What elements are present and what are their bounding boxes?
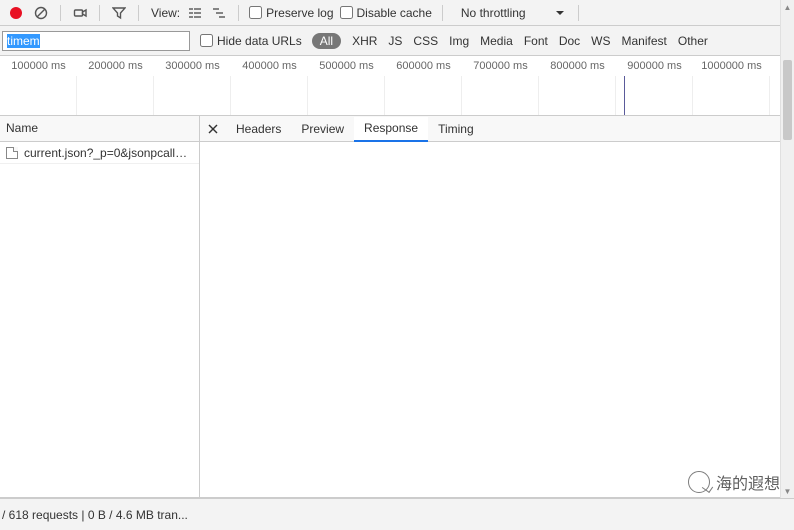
timeline-tick-label: 200000 ms — [77, 60, 154, 72]
filter-bar: Hide data URLs All XHR JS CSS Img Media … — [0, 26, 794, 56]
timeline-tick-label: 500000 ms — [308, 60, 385, 72]
type-filters: All XHR JS CSS Img Media Font Doc WS Man… — [312, 33, 708, 49]
filter-doc[interactable]: Doc — [559, 34, 580, 48]
filter-xhr[interactable]: XHR — [352, 34, 377, 48]
tab-response[interactable]: Response — [354, 117, 428, 142]
hide-data-urls-checkbox[interactable]: Hide data URLs — [200, 34, 302, 48]
view-label: View: — [151, 6, 180, 20]
scrollbar-thumb[interactable] — [783, 60, 792, 140]
chevron-down-icon — [556, 9, 564, 17]
timeline-tick-label: 400000 ms — [231, 60, 308, 72]
response-body — [200, 142, 794, 497]
disable-cache-input[interactable] — [340, 6, 353, 19]
divider — [60, 5, 61, 21]
tab-timing[interactable]: Timing — [428, 116, 484, 141]
network-main: Name current.json?_p=0&jsonpcallba... He… — [0, 116, 794, 498]
timeline-tick-label: 100000 ms — [0, 60, 77, 72]
column-header-name[interactable]: Name — [0, 116, 199, 142]
record-button[interactable] — [10, 7, 22, 19]
request-detail: Headers Preview Response Timing — [200, 116, 794, 497]
file-icon — [6, 147, 18, 159]
preserve-log-input[interactable] — [249, 6, 262, 19]
filter-font[interactable]: Font — [524, 34, 548, 48]
timeline-cursor — [624, 76, 625, 115]
close-icon[interactable] — [204, 120, 222, 138]
filter-img[interactable]: Img — [449, 34, 469, 48]
divider — [238, 5, 239, 21]
disable-cache-checkbox[interactable]: Disable cache — [340, 6, 432, 20]
large-rows-icon[interactable] — [186, 4, 204, 22]
clear-icon[interactable] — [32, 4, 50, 22]
table-row[interactable]: current.json?_p=0&jsonpcallba... — [0, 142, 199, 164]
divider — [442, 5, 443, 21]
camera-icon[interactable] — [71, 4, 89, 22]
timeline-tick-label: 900000 ms — [616, 60, 693, 72]
disable-cache-label: Disable cache — [357, 6, 432, 20]
filter-icon[interactable] — [110, 4, 128, 22]
waterfall-icon[interactable] — [210, 4, 228, 22]
scroll-down-icon[interactable]: ▼ — [781, 484, 794, 498]
request-list: Name current.json?_p=0&jsonpcallba... — [0, 116, 200, 497]
detail-tabs: Headers Preview Response Timing — [200, 116, 794, 142]
filter-js[interactable]: JS — [388, 34, 402, 48]
filter-css[interactable]: CSS — [413, 34, 438, 48]
throttling-value: No throttling — [461, 6, 526, 20]
filter-ws[interactable]: WS — [591, 34, 610, 48]
hide-data-urls-input[interactable] — [200, 34, 213, 47]
divider — [99, 5, 100, 21]
tab-headers[interactable]: Headers — [226, 116, 291, 141]
timeline-tick-label: 600000 ms — [385, 60, 462, 72]
status-bar: / 618 requests | 0 B / 4.6 MB tran... — [0, 498, 794, 530]
divider — [138, 5, 139, 21]
timeline-tick-label: 700000 ms — [462, 60, 539, 72]
throttling-dropdown[interactable]: No throttling — [453, 6, 568, 20]
status-text: / 618 requests | 0 B / 4.6 MB tran... — [2, 508, 188, 522]
filter-other[interactable]: Other — [678, 34, 708, 48]
divider — [578, 5, 579, 21]
preserve-log-label: Preserve log — [266, 6, 333, 20]
filter-input[interactable] — [2, 31, 190, 51]
hide-data-urls-label: Hide data URLs — [217, 34, 302, 48]
filter-all[interactable]: All — [312, 33, 341, 49]
filter-manifest[interactable]: Manifest — [622, 34, 667, 48]
preserve-log-checkbox[interactable]: Preserve log — [249, 6, 333, 20]
request-name: current.json?_p=0&jsonpcallba... — [24, 146, 193, 160]
scroll-up-icon[interactable]: ▲ — [781, 0, 794, 14]
timeline-tick-label: 1000000 ms — [693, 60, 770, 72]
timeline-tick-label: 300000 ms — [154, 60, 231, 72]
filter-media[interactable]: Media — [480, 34, 513, 48]
timeline-tick-label: 800000 ms — [539, 60, 616, 72]
timeline-overview[interactable]: 100000 ms200000 ms300000 ms400000 ms5000… — [0, 56, 794, 116]
network-toolbar: View: Preserve log Disable cache No thro… — [0, 0, 794, 26]
tab-preview[interactable]: Preview — [291, 116, 354, 141]
vertical-scrollbar[interactable]: ▲ ▼ — [780, 0, 794, 498]
